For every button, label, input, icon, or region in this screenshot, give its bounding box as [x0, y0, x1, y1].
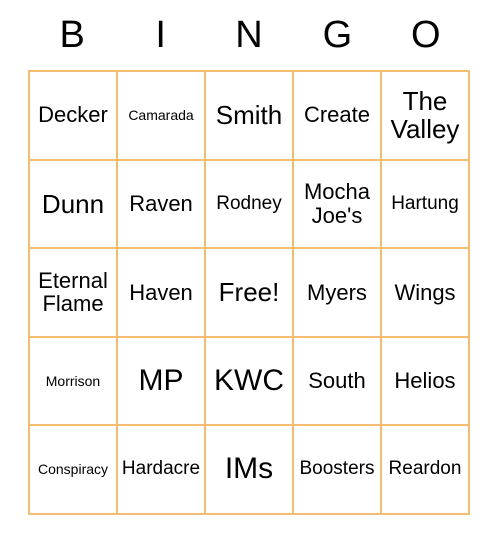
bingo-cell-r1c5[interactable]: The Valley: [382, 72, 470, 161]
bingo-cell-r1c4[interactable]: Create: [294, 72, 382, 161]
bingo-cell-r3c1[interactable]: Eternal Flame: [30, 249, 118, 338]
bingo-cell-r5c1[interactable]: Conspiracy: [30, 426, 118, 515]
bingo-cell-label: Boosters: [299, 458, 375, 480]
bingo-cell-r5c5[interactable]: Reardon: [382, 426, 470, 515]
bingo-cell-r4c5[interactable]: Helios: [382, 337, 470, 427]
bingo-cell-r3c4[interactable]: Myers: [294, 249, 382, 338]
bingo-cell-label: MP: [138, 363, 184, 397]
bingo-cell-free-space[interactable]: Free!: [206, 249, 294, 338]
bingo-cell-label: Hartung: [391, 192, 459, 214]
bingo-cell-label: Myers: [307, 279, 367, 305]
bingo-header-row: B I N G O: [28, 0, 470, 56]
bingo-cell-r2c5[interactable]: Hartung: [382, 160, 470, 250]
bingo-cell-label: Mocha Joe's: [303, 179, 371, 228]
bingo-cell-r1c2[interactable]: Camarada: [118, 72, 206, 161]
bingo-cell-label: Reardon: [388, 458, 462, 480]
bingo-cell-r2c2[interactable]: Raven: [118, 160, 206, 250]
bingo-cell-label: Rodney: [216, 192, 282, 214]
bingo-cell-label: Helios: [394, 368, 456, 394]
bingo-cell-label: KWC: [214, 363, 284, 397]
bingo-cell-r5c3[interactable]: IMs: [206, 426, 294, 515]
bingo-cell-label: Camarada: [128, 106, 194, 123]
bingo-cell-label: Hardacre: [121, 458, 201, 480]
bingo-cell-label: Raven: [129, 191, 193, 217]
bingo-cell-r2c1[interactable]: Dunn: [30, 160, 118, 250]
bingo-cell-label: The Valley: [390, 86, 460, 145]
bingo-card: B I N G O Decker Camarada Smith Create T…: [0, 0, 500, 544]
bingo-cell-label: Free!: [218, 277, 280, 308]
bingo-cell-r2c4[interactable]: Mocha Joe's: [294, 160, 382, 250]
bingo-cell-label: Morrison: [45, 372, 101, 389]
header-letter-g: G: [322, 14, 353, 56]
bingo-cell-label: Decker: [38, 102, 108, 128]
bingo-cell-r4c3[interactable]: KWC: [206, 337, 294, 427]
bingo-cell-label: Create: [303, 102, 371, 128]
bingo-cell-label: IMs: [224, 452, 274, 486]
header-letter-b: B: [59, 14, 85, 56]
bingo-cell-r4c4[interactable]: South: [294, 337, 382, 427]
bingo-cell-r3c2[interactable]: Haven: [118, 249, 206, 338]
bingo-cell-label: Smith: [215, 100, 283, 131]
bingo-cell-r4c2[interactable]: MP: [118, 337, 206, 427]
bingo-cell-r1c1[interactable]: Decker: [30, 72, 118, 161]
header-letter-n: N: [235, 14, 263, 56]
bingo-grid: Decker Camarada Smith Create The Valley …: [28, 70, 470, 515]
bingo-cell-r2c3[interactable]: Rodney: [206, 160, 294, 250]
bingo-cell-r3c5[interactable]: Wings: [382, 249, 470, 338]
bingo-cell-r1c3[interactable]: Smith: [206, 72, 294, 161]
bingo-cell-label: Conspiracy: [37, 461, 109, 478]
bingo-cell-label: South: [308, 368, 366, 394]
bingo-cell-r5c2[interactable]: Hardacre: [118, 426, 206, 515]
bingo-cell-label: Haven: [129, 279, 193, 305]
bingo-cell-r4c1[interactable]: Morrison: [30, 337, 118, 427]
bingo-cell-r5c4[interactable]: Boosters: [294, 426, 382, 515]
bingo-cell-label: Wings: [394, 279, 456, 305]
header-letter-i: I: [155, 14, 166, 56]
header-letter-o: O: [411, 14, 441, 56]
bingo-cell-label: Dunn: [41, 188, 105, 219]
bingo-cell-label: Eternal Flame: [38, 267, 108, 317]
